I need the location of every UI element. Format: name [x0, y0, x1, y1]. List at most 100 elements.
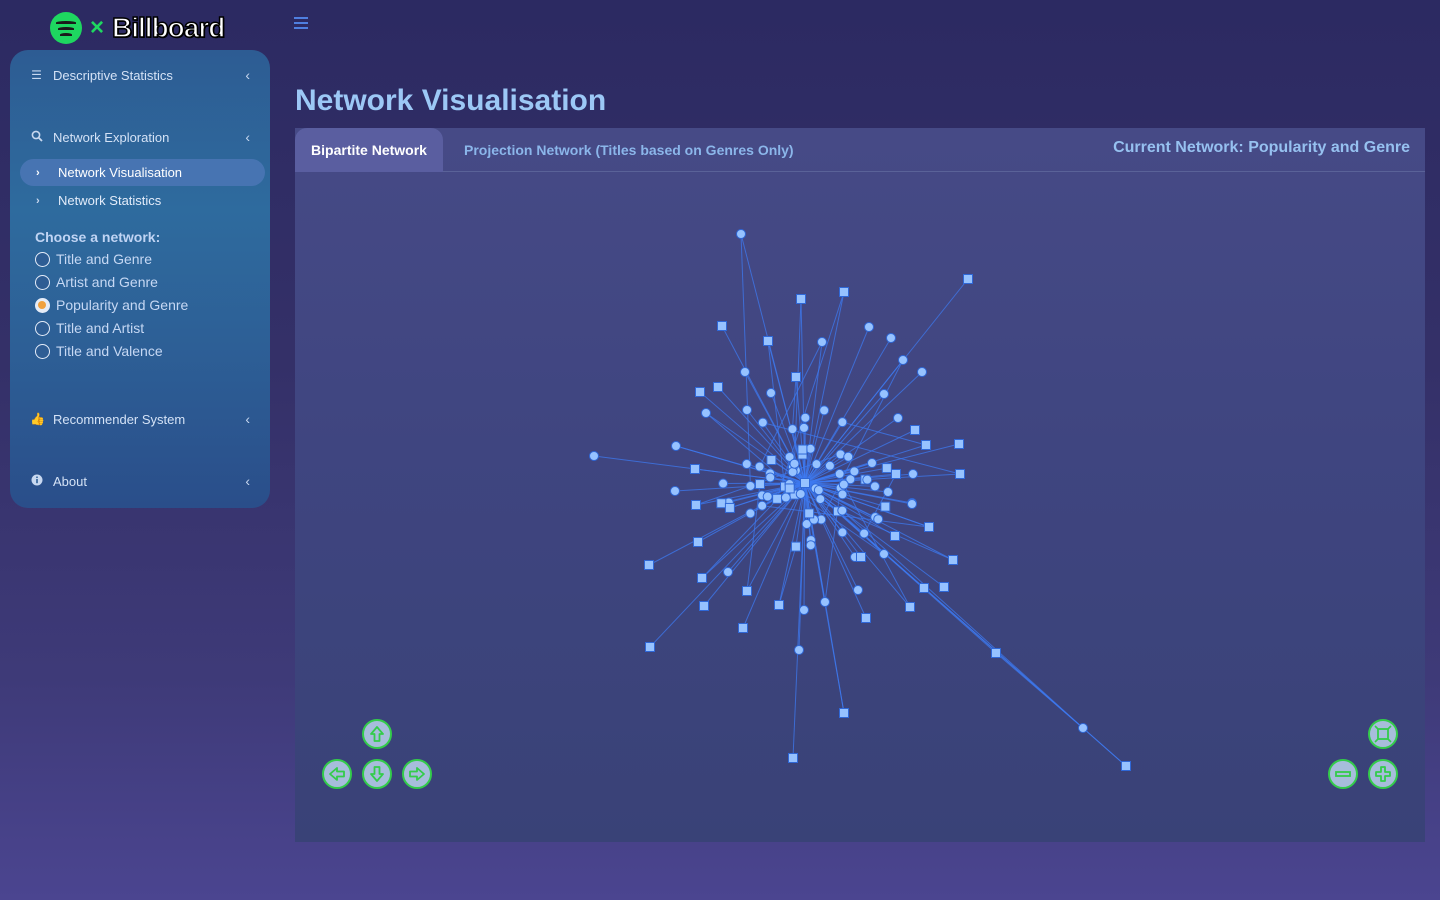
network-node-square[interactable]	[774, 600, 784, 610]
network-node-circle[interactable]	[795, 488, 806, 499]
network-node-square[interactable]	[905, 602, 915, 612]
network-node-circle[interactable]	[859, 528, 870, 539]
network-node-circle[interactable]	[787, 467, 798, 478]
network-node-circle[interactable]	[864, 322, 874, 332]
network-node-square[interactable]	[881, 463, 892, 474]
network-node-circle[interactable]	[745, 508, 756, 519]
network-node-square[interactable]	[788, 753, 798, 763]
network-node-square[interactable]	[717, 321, 727, 331]
network-node-square[interactable]	[800, 478, 810, 488]
network-node-square[interactable]	[645, 642, 655, 652]
network-node-circle[interactable]	[789, 458, 800, 469]
network-node-square[interactable]	[924, 522, 934, 532]
network-node-circle[interactable]	[805, 540, 816, 551]
network-node-square[interactable]	[738, 623, 748, 633]
network-node-circle[interactable]	[849, 466, 860, 477]
network-graph[interactable]	[295, 128, 1425, 842]
network-node-circle[interactable]	[794, 645, 804, 655]
network-node-circle[interactable]	[820, 597, 830, 607]
radio-artist-and-genre[interactable]: Artist and Genre	[35, 273, 158, 291]
network-node-square[interactable]	[939, 582, 949, 592]
network-node-circle[interactable]	[837, 489, 848, 500]
network-node-square[interactable]	[791, 372, 801, 382]
network-node-square[interactable]	[991, 648, 1001, 658]
network-node-circle[interactable]	[817, 337, 827, 347]
network-node-circle[interactable]	[813, 485, 824, 496]
network-node-circle[interactable]	[811, 459, 822, 470]
network-node-circle[interactable]	[741, 459, 752, 470]
network-node-circle[interactable]	[740, 367, 750, 377]
network-node-circle[interactable]	[762, 491, 773, 502]
network-node-square[interactable]	[856, 552, 866, 562]
network-node-square[interactable]	[699, 601, 709, 611]
network-node-circle[interactable]	[701, 408, 711, 418]
network-node-circle[interactable]	[893, 413, 903, 423]
radio-button[interactable]	[35, 320, 50, 336]
network-node-circle[interactable]	[917, 367, 927, 377]
radio-button-selected[interactable]	[35, 297, 50, 313]
network-node-circle[interactable]	[886, 333, 896, 343]
network-node-square[interactable]	[713, 382, 723, 392]
network-node-circle[interactable]	[815, 494, 826, 505]
network-node-circle[interactable]	[824, 460, 835, 471]
network-node-circle[interactable]	[754, 461, 765, 472]
network-node-circle[interactable]	[883, 487, 893, 497]
network-node-square[interactable]	[948, 555, 958, 565]
network-node-circle[interactable]	[838, 479, 849, 490]
network-node-square[interactable]	[784, 483, 795, 494]
network-node-square[interactable]	[697, 573, 707, 583]
arrow-left-icon[interactable]	[322, 759, 352, 789]
radio-title-and-valence[interactable]: Title and Valence	[35, 342, 163, 360]
menu-recommender-system[interactable]: 👍 Recommender System ‹	[30, 408, 250, 430]
network-node-square[interactable]	[919, 583, 929, 593]
network-node-square[interactable]	[693, 537, 703, 547]
network-node-circle[interactable]	[879, 389, 889, 399]
network-node-circle[interactable]	[787, 424, 798, 435]
network-node-square[interactable]	[1121, 761, 1131, 771]
network-node-square[interactable]	[716, 498, 727, 509]
network-node-square[interactable]	[890, 531, 900, 541]
network-node-square[interactable]	[861, 613, 871, 623]
hamburger-icon[interactable]	[294, 17, 308, 31]
network-node-square[interactable]	[839, 287, 849, 297]
network-node-circle[interactable]	[766, 388, 776, 398]
network-node-circle[interactable]	[723, 567, 733, 577]
network-node-square[interactable]	[954, 439, 964, 449]
network-node-square[interactable]	[763, 336, 773, 346]
tab-projection-network[interactable]: Projection Network (Titles based on Genr…	[464, 128, 794, 172]
network-node-circle[interactable]	[742, 405, 752, 415]
sidebar-item-network-visualisation[interactable]: › Network Visualisation	[20, 159, 265, 186]
network-node-circle[interactable]	[757, 500, 768, 511]
network-node-circle[interactable]	[873, 514, 884, 525]
zoom-in-icon[interactable]	[1368, 759, 1398, 789]
menu-about[interactable]: About ‹	[30, 470, 250, 492]
network-node-circle[interactable]	[798, 422, 809, 433]
fit-view-icon[interactable]	[1368, 719, 1398, 749]
menu-network-exploration[interactable]: Network Exploration ‹	[30, 126, 250, 148]
radio-button[interactable]	[35, 274, 50, 290]
network-node-circle[interactable]	[800, 412, 811, 423]
radio-title-and-artist[interactable]: Title and Artist	[35, 319, 144, 337]
sidebar-item-network-statistics[interactable]: › Network Statistics	[20, 187, 265, 214]
network-node-square[interactable]	[955, 469, 965, 479]
network-node-circle[interactable]	[853, 585, 863, 595]
network-node-circle[interactable]	[589, 451, 599, 461]
network-node-square[interactable]	[724, 502, 735, 513]
network-node-square[interactable]	[796, 294, 806, 304]
network-node-circle[interactable]	[799, 605, 809, 615]
network-node-circle[interactable]	[843, 451, 854, 462]
network-node-circle[interactable]	[867, 458, 877, 468]
network-node-circle[interactable]	[862, 474, 873, 485]
network-node-square[interactable]	[772, 493, 783, 504]
network-node-square[interactable]	[742, 586, 752, 596]
network-node-square[interactable]	[891, 469, 901, 479]
network-node-square[interactable]	[690, 464, 700, 474]
network-node-square[interactable]	[644, 560, 654, 570]
zoom-out-icon[interactable]	[1328, 759, 1358, 789]
network-node-circle[interactable]	[718, 478, 729, 489]
tab-bipartite-network[interactable]: Bipartite Network	[295, 128, 443, 172]
network-node-square[interactable]	[754, 479, 765, 490]
network-node-circle[interactable]	[780, 492, 791, 503]
network-node-square[interactable]	[880, 501, 891, 512]
network-node-circle[interactable]	[765, 472, 776, 483]
